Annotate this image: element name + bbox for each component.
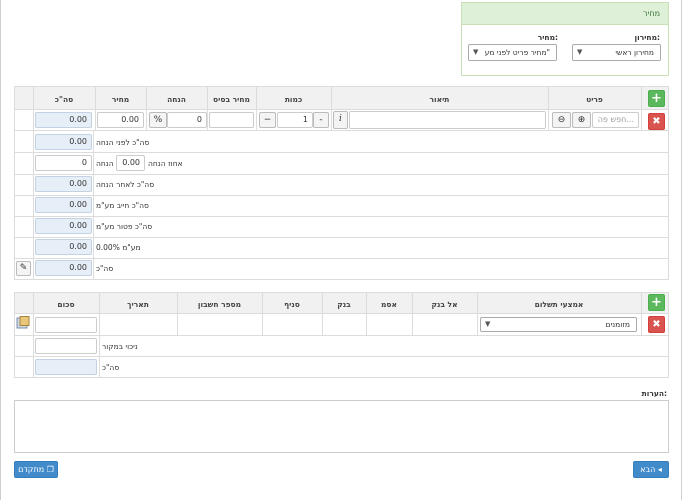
withholding-input[interactable]: [35, 338, 97, 354]
col-base-price-header: מחיר בסיס: [213, 95, 250, 104]
discount-unit-toggle[interactable]: %: [149, 112, 167, 128]
payment-method-select[interactable]: ▼ מזומנים: [480, 317, 637, 332]
col-date-header: תאריך: [127, 300, 149, 309]
subtotal-before-discount-label: סה"כ לפני הנחה: [96, 138, 150, 147]
delete-payment-button[interactable]: ✖: [648, 316, 665, 333]
col-quantity-header: כמות: [284, 95, 303, 104]
subtotal-after-discount-label: סה"כ לאחר הנחה: [96, 180, 155, 189]
payment-amount-input[interactable]: [35, 317, 97, 333]
next-button-label: הבא: [640, 465, 656, 474]
next-button[interactable]: הבא ◂: [633, 461, 669, 478]
taxable-total-label: סה"כ חייב מע"מ: [96, 201, 149, 210]
vat-value: 0.00: [35, 239, 92, 255]
grand-total-label: סה"כ: [96, 264, 114, 273]
payments-total-label: סה"כ: [102, 363, 120, 372]
base-price-input[interactable]: [209, 112, 254, 128]
page-border-left: [0, 0, 1, 500]
description-input[interactable]: [349, 111, 546, 129]
col-item-header: פריט: [586, 95, 603, 104]
quantity-plus-button[interactable]: −: [259, 112, 276, 128]
chevron-left-circle-icon: ◂: [657, 465, 662, 474]
taxable-total-value: 0.00: [35, 197, 92, 213]
subtotal-after-discount-value: 0.00: [35, 176, 92, 192]
tax-exempt-total-value: 0.00: [35, 218, 92, 234]
discount-percent-label: אחוז הנחה: [148, 159, 183, 168]
advanced-button-label: מתקדם: [18, 465, 45, 474]
col-bank-header: בנק: [337, 300, 351, 309]
vat-label: מע"מ 0.00%: [96, 243, 141, 252]
advanced-button[interactable]: מתקדם ❐: [14, 461, 58, 478]
pricelist-select-value: מחירון ראשי: [615, 48, 654, 57]
discount-percent-input[interactable]: 0.00: [116, 155, 145, 171]
col-price-header: מחיר: [111, 95, 130, 104]
payment-method-value: מזומנים: [605, 320, 631, 329]
price-panel: מחיר מחירון: ▼ מחירון ראשי מחיר: ▼ מחיר …: [461, 2, 669, 76]
col-account-header: מספר חשבון: [197, 300, 242, 309]
col-description-header: תיאור: [429, 95, 450, 104]
chevron-down-icon: ▼: [485, 320, 491, 328]
chevron-down-icon: ▼: [473, 48, 479, 56]
col-bank-name-header: אל בנק: [431, 300, 458, 309]
payments-total-value: [35, 359, 97, 375]
quantity-minus-button[interactable]: -: [313, 112, 329, 128]
col-amount-header: סכום: [57, 300, 75, 309]
subtotal-before-discount-value: 0.00: [35, 134, 92, 150]
price-panel-title: מחיר: [462, 3, 668, 25]
tax-exempt-total-label: סה"כ פטור מע"מ: [96, 222, 153, 231]
item-search-plus-icon[interactable]: ⊕: [572, 112, 591, 128]
price-label: מחיר:: [537, 33, 558, 42]
notes-textarea[interactable]: [14, 400, 669, 453]
pricelist-label: מחירון:: [634, 33, 660, 42]
chevron-down-icon: ▼: [577, 48, 583, 56]
item-search-next-icon[interactable]: ⊖: [552, 112, 571, 128]
add-item-button[interactable]: +: [648, 90, 665, 107]
col-receipt-header: אסמ: [381, 300, 397, 309]
add-payment-button[interactable]: +: [648, 294, 665, 311]
price-input[interactable]: 0.00: [97, 112, 144, 128]
price-type-select-value: מחיר פריט לפני מע": [484, 48, 550, 57]
page-border-right: [681, 0, 682, 500]
discount-input[interactable]: 0: [167, 112, 207, 128]
calculator-icon[interactable]: [16, 316, 30, 330]
col-total-header: סה"כ: [54, 95, 74, 104]
discount-amount-input[interactable]: 0: [35, 155, 92, 171]
info-icon[interactable]: i: [333, 111, 348, 129]
quantity-input[interactable]: 1: [277, 112, 313, 128]
col-payment-method-header: אמצעי תשלום: [534, 300, 584, 309]
notes-label: הערות:: [641, 389, 667, 398]
pencil-icon[interactable]: ✎: [16, 261, 31, 276]
price-type-select[interactable]: ▼ מחיר פריט לפני מע": [468, 44, 557, 61]
col-branch-header: סניף: [284, 300, 300, 309]
copy-icon: ❐: [46, 465, 54, 474]
withholding-label: ניכוי במקור: [102, 342, 138, 351]
item-search-input[interactable]: חפש פה...: [592, 112, 639, 128]
delete-item-button[interactable]: ✖: [648, 113, 665, 130]
grand-total-value: 0.00: [35, 260, 92, 276]
pricelist-select[interactable]: ▼ מחירון ראשי: [572, 44, 661, 61]
col-discount-header: הנחה: [167, 95, 186, 104]
item-total-value: 0.00: [35, 112, 92, 128]
discount-amount-label: הנחה: [96, 159, 114, 168]
